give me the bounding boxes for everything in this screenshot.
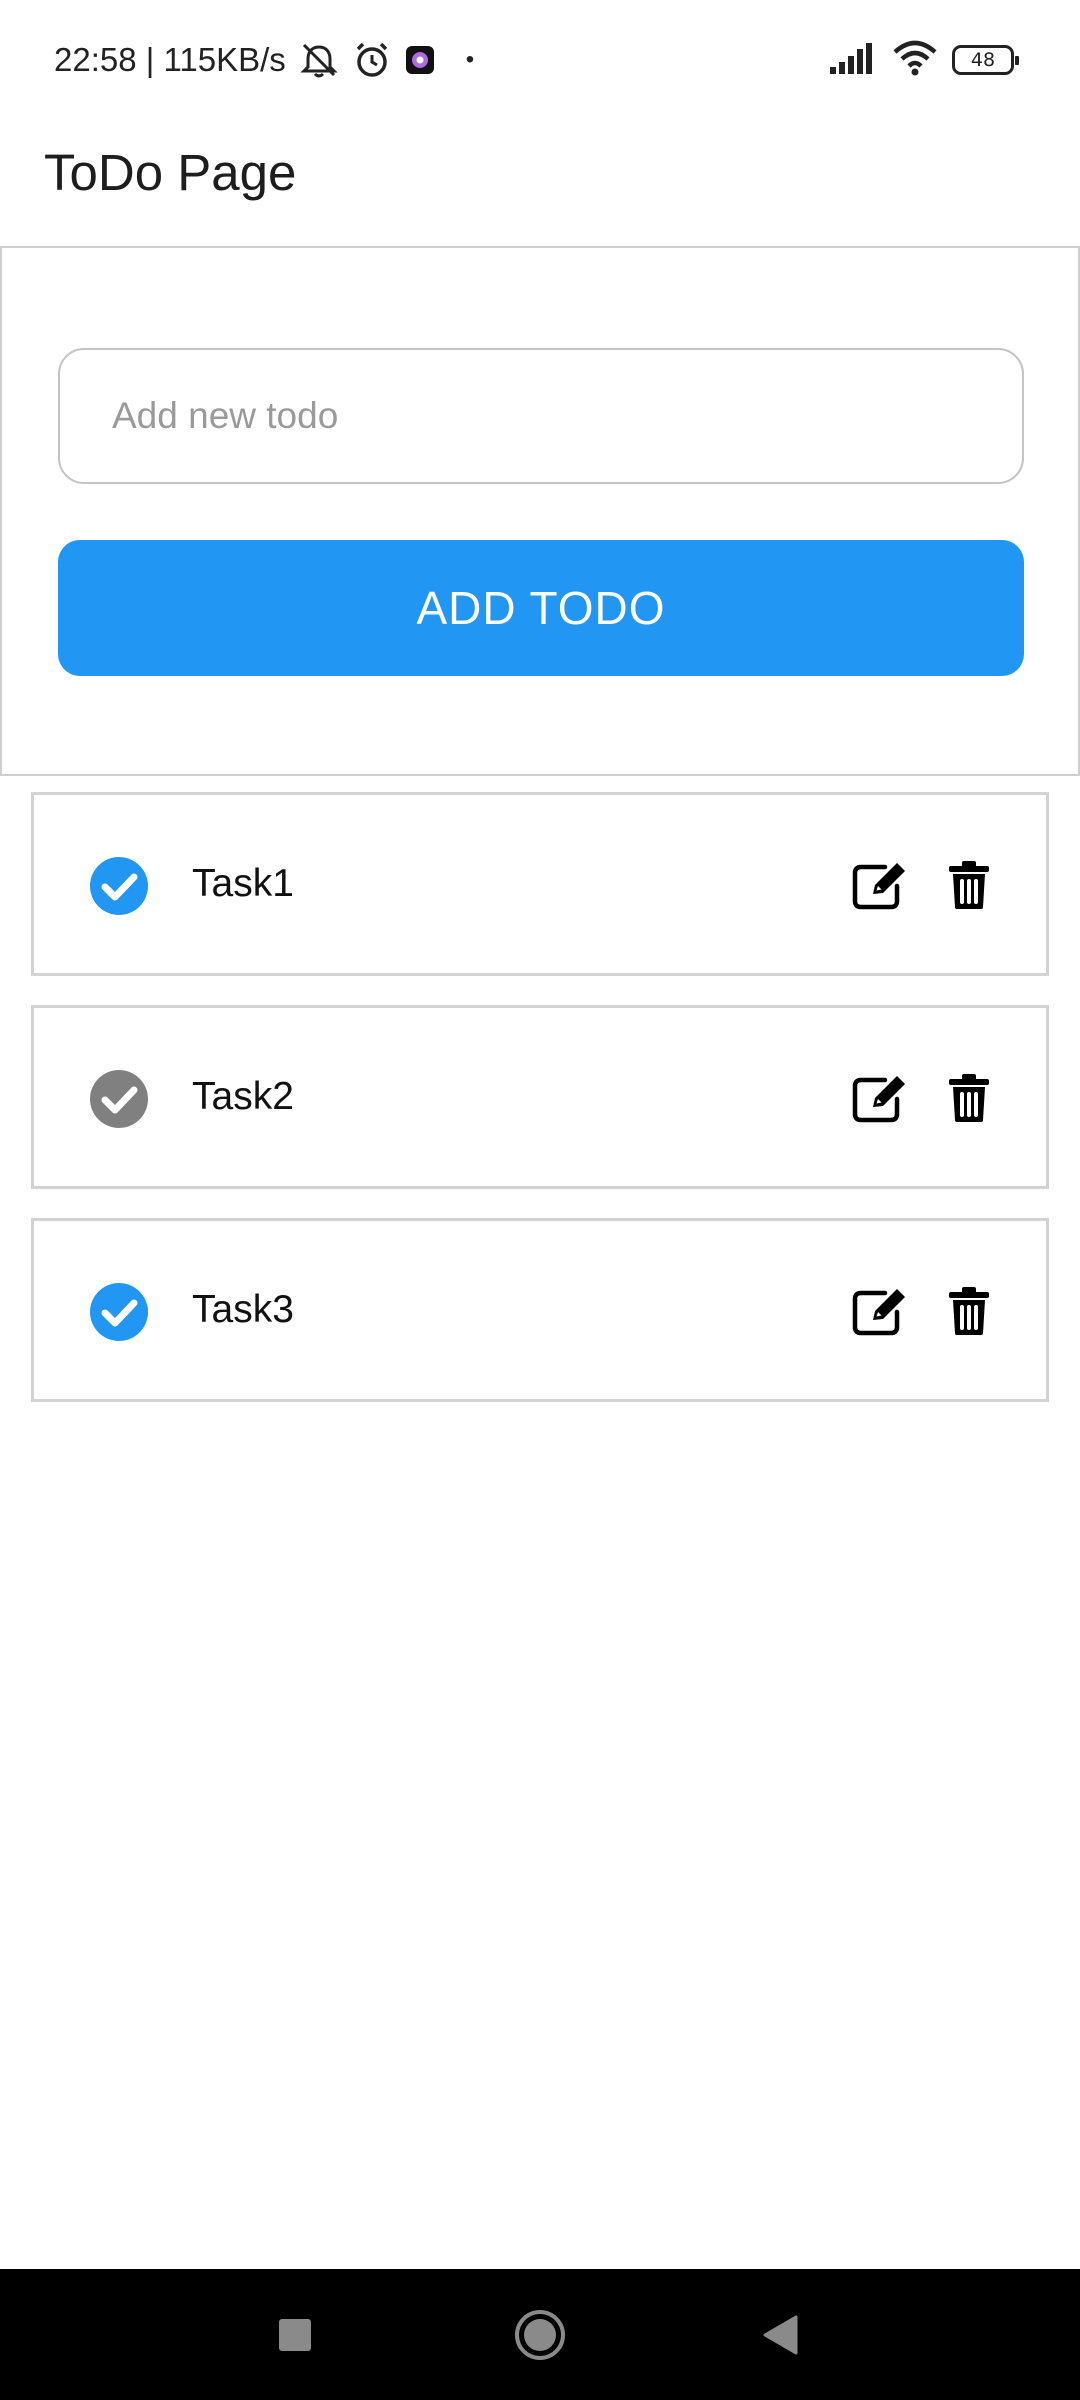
add-todo-card: ADD TODO [0, 246, 1080, 776]
signal-icon [828, 41, 878, 80]
complete-toggle[interactable] [89, 856, 149, 916]
complete-toggle[interactable] [89, 1069, 149, 1129]
todo-list: Task1 Task2 Task3 [31, 792, 1049, 1431]
delete-button[interactable] [944, 1068, 994, 1128]
check-circle-icon [90, 857, 148, 915]
add-todo-button[interactable]: ADD TODO [58, 540, 1024, 676]
nav-recents-button[interactable] [255, 2269, 335, 2400]
check-circle-icon [90, 1070, 148, 1128]
system-nav-bar [0, 2269, 1080, 2400]
todo-item: Task3 [31, 1218, 1049, 1402]
alarm-icon [352, 40, 392, 80]
delete-button[interactable] [944, 855, 994, 915]
new-todo-input[interactable] [58, 348, 1024, 484]
complete-toggle[interactable] [89, 1282, 149, 1342]
edit-icon [852, 1289, 905, 1336]
app-notification-icon [404, 44, 436, 76]
edit-icon [852, 863, 905, 910]
status-dot: • [465, 46, 475, 73]
edit-button[interactable] [851, 1281, 911, 1341]
wifi-icon [892, 40, 938, 81]
edit-icon [852, 1076, 905, 1123]
mute-notification-icon [298, 41, 340, 79]
trash-icon [949, 1074, 989, 1122]
status-left: 22:58 | 115KB/s • [54, 38, 474, 82]
battery-icon: 48 [952, 45, 1019, 75]
trash-icon [949, 1287, 989, 1335]
check-circle-icon [90, 1283, 148, 1341]
todo-item: Task2 [31, 1005, 1049, 1189]
status-time-speed: 22:58 | 115KB/s [54, 41, 286, 78]
circle-icon [515, 2309, 565, 2360]
square-icon [279, 2318, 311, 2351]
edit-button[interactable] [851, 1068, 911, 1128]
triangle-back-icon [763, 2315, 798, 2354]
todo-label: Task3 [192, 1288, 294, 1331]
todo-item: Task1 [31, 792, 1049, 976]
nav-home-button[interactable] [500, 2269, 580, 2400]
page-title: ToDo Page [44, 144, 297, 201]
todo-label: Task1 [192, 862, 294, 905]
status-bar: 22:58 | 115KB/s • 48 [0, 0, 1080, 120]
nav-back-button[interactable] [740, 2269, 820, 2400]
delete-button[interactable] [944, 1281, 994, 1341]
status-right: 48 [828, 38, 1019, 82]
todo-label: Task2 [192, 1075, 294, 1118]
trash-icon [949, 861, 989, 909]
edit-button[interactable] [851, 855, 911, 915]
